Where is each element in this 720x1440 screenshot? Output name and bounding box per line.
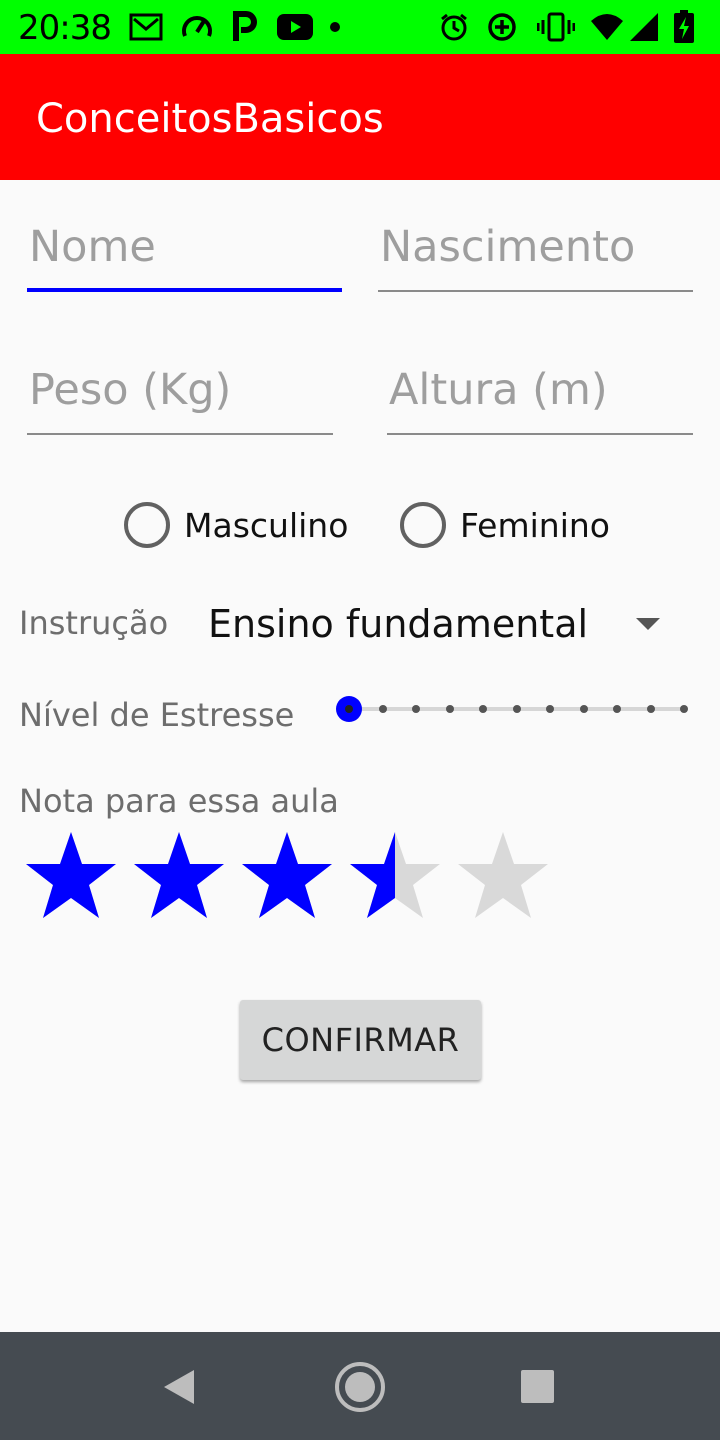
home-icon[interactable] <box>334 1361 386 1418</box>
slider-tick <box>579 705 588 713</box>
slider-tick <box>445 705 454 713</box>
estresse-slider[interactable] <box>330 690 700 730</box>
star-icon[interactable] <box>238 830 336 922</box>
radio-masculino-label: Masculino <box>184 505 349 545</box>
nome-field[interactable]: Nome <box>27 222 342 292</box>
instrucao-spinner[interactable]: Ensino fundamental <box>200 596 670 656</box>
star-icon[interactable] <box>22 830 120 922</box>
status-time: 20:38 <box>18 8 112 48</box>
estresse-label: Nível de Estresse <box>19 696 295 734</box>
nascimento-placeholder: Nascimento <box>380 222 636 272</box>
slider-thumb[interactable] <box>336 696 362 722</box>
slider-tick <box>680 705 688 713</box>
dropdown-arrow-icon <box>636 618 660 630</box>
signal-icon <box>628 10 660 44</box>
radio-masculino[interactable]: Masculino <box>124 502 348 548</box>
app-title: ConceitosBasicos <box>36 96 384 142</box>
nota-label: Nota para essa aula <box>19 782 339 820</box>
gmail-icon <box>128 10 164 44</box>
star-icon[interactable] <box>130 830 228 922</box>
altura-placeholder: Altura (m) <box>389 365 608 415</box>
radio-circle[interactable] <box>400 502 446 548</box>
dot-icon <box>328 10 342 44</box>
confirm-button[interactable]: CONFIRMAR <box>240 1000 481 1080</box>
vibrate-icon <box>536 10 576 44</box>
altura-underline <box>387 433 693 435</box>
data-saver-icon <box>486 10 518 44</box>
radio-feminino-label: Feminino <box>460 505 610 545</box>
slider-tick <box>479 705 487 713</box>
radio-feminino[interactable]: Feminino <box>400 502 610 548</box>
battery-charging-icon <box>672 10 696 44</box>
radio-circle[interactable] <box>124 502 170 548</box>
slider-tick <box>546 705 554 713</box>
wifi-icon <box>590 10 624 44</box>
star-icon[interactable] <box>454 830 552 922</box>
peso-underline <box>27 433 333 435</box>
recents-icon[interactable] <box>520 1369 555 1409</box>
peso-placeholder: Peso (Kg) <box>29 365 232 415</box>
p-app-icon <box>230 10 260 44</box>
alarm-icon <box>438 10 470 44</box>
slider-tick <box>613 705 621 713</box>
back-icon[interactable] <box>162 1368 196 1411</box>
slider-tick <box>412 705 420 713</box>
slider-tick <box>378 705 387 713</box>
slider-tick <box>512 705 521 713</box>
altura-field[interactable]: Altura (m) <box>387 365 693 435</box>
rating-bar[interactable] <box>22 830 562 922</box>
nascimento-field[interactable]: Nascimento <box>378 222 693 292</box>
instrucao-selected-value: Ensino fundamental <box>208 602 589 646</box>
gauge-icon <box>180 10 214 44</box>
slider-tick <box>646 705 655 713</box>
instrucao-label: Instrução <box>19 604 169 642</box>
status-bar: 20:38 <box>0 0 720 54</box>
star-icon[interactable] <box>346 830 444 922</box>
nome-placeholder: Nome <box>29 222 156 272</box>
youtube-icon <box>276 10 314 44</box>
peso-field[interactable]: Peso (Kg) <box>27 365 333 435</box>
navigation-bar <box>0 1332 720 1440</box>
nome-underline <box>27 288 342 292</box>
nascimento-underline <box>378 290 693 292</box>
app-bar: ConceitosBasicos <box>0 54 720 180</box>
